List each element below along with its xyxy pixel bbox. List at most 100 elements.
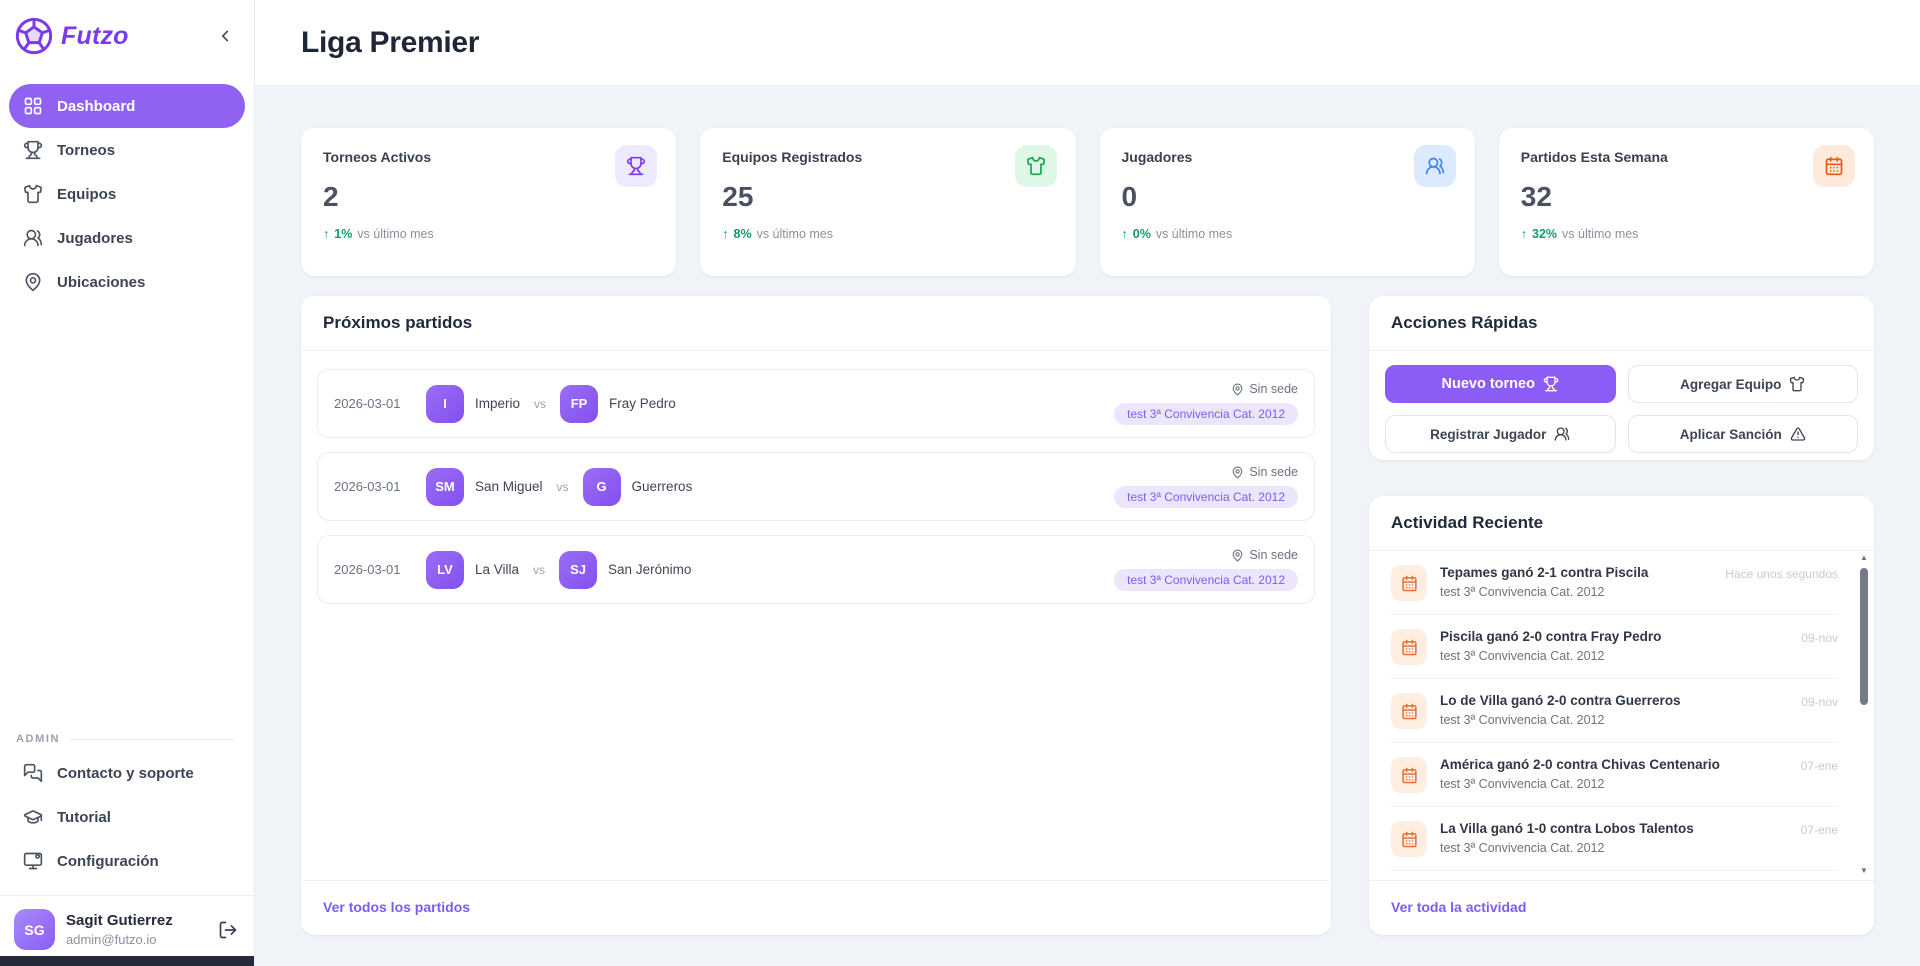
sidebar-item-ubicaciones[interactable]: Ubicaciones xyxy=(9,260,245,304)
away-team-name: San Jerónimo xyxy=(608,562,691,577)
activity-text: La Villa ganó 1-0 contra Lobos Talentos … xyxy=(1440,821,1694,855)
quick-action-button-nuevo-torneo[interactable]: Nuevo torneo xyxy=(1385,365,1616,403)
user-name: Sagit Gutierrez xyxy=(66,912,173,929)
activity-item-time: 07-ene xyxy=(1791,759,1838,773)
view-all-matches-link[interactable]: Ver todos los partidos xyxy=(323,899,470,915)
stat-value: 25 xyxy=(722,181,1053,213)
scrollbar-down-arrow-icon[interactable]: ▼ xyxy=(1860,866,1868,878)
activity-item-subtitle: test 3ª Convivencia Cat. 2012 xyxy=(1440,713,1681,727)
content: Torneos Activos 2 ↑ 1% vs último mes Equ… xyxy=(255,86,1920,966)
tournament-badge: test 3ª Convivencia Cat. 2012 xyxy=(1114,403,1298,425)
stat-change-percent: 1% xyxy=(334,227,352,241)
matches-card-header: Próximos partidos xyxy=(301,296,1331,351)
quick-actions-header: Acciones Rápidas xyxy=(1369,296,1874,351)
quick-action-label: Registrar Jugador xyxy=(1430,427,1546,442)
quick-action-button-agregar-equipo[interactable]: Agregar Equipo xyxy=(1628,365,1859,403)
quick-action-button-aplicar-sancion[interactable]: Aplicar Sanción xyxy=(1628,415,1859,453)
activity-footer: Ver toda la actividad xyxy=(1369,880,1874,935)
arrow-up-icon: ↑ xyxy=(1521,227,1527,241)
activity-item-title: Lo de Villa ganó 2-0 contra Guerreros xyxy=(1440,693,1681,708)
trophy-icon xyxy=(23,140,43,160)
sidebar-item-label: Dashboard xyxy=(57,98,135,115)
quick-action-button-registrar-jugador[interactable]: Registrar Jugador xyxy=(1385,415,1616,453)
activity-item-subtitle: test 3ª Convivencia Cat. 2012 xyxy=(1440,841,1694,855)
stat-value: 32 xyxy=(1521,181,1852,213)
activity-scrollbar[interactable]: ▲ ▼ xyxy=(1857,553,1871,878)
sidebar-item-label: Tutorial xyxy=(57,809,111,826)
sidebar-item-label: Torneos xyxy=(57,142,115,159)
arrow-up-icon: ↑ xyxy=(722,227,728,241)
vs-label: vs xyxy=(534,397,546,411)
brand-name: Futzo xyxy=(61,22,129,51)
quick-actions-body: Nuevo torneo Agregar Equipo xyxy=(1369,351,1874,469)
stat-card-jugadores: Jugadores 0 ↑ 0% vs último mes xyxy=(1100,128,1475,276)
map-pin-icon xyxy=(1231,383,1244,396)
page-header: Liga Premier xyxy=(255,0,1920,86)
match-row[interactable]: 2026-03-01 LV La Villa vs SJ San Jerónim… xyxy=(317,535,1315,604)
stat-change-percent: 8% xyxy=(734,227,752,241)
recent-activity-card: Actividad Reciente Tepames ganó 2-1 cont… xyxy=(1369,496,1874,935)
graduation-cap-icon xyxy=(23,807,43,827)
quick-action-label: Nuevo torneo xyxy=(1442,376,1535,392)
stat-value: 0 xyxy=(1122,181,1453,213)
view-all-activity-link[interactable]: Ver toda la actividad xyxy=(1391,899,1526,915)
sidebar-item-equipos[interactable]: Equipos xyxy=(9,172,245,216)
home-team-name: San Miguel xyxy=(475,479,543,494)
stat-change-percent: 32% xyxy=(1532,227,1557,241)
matches-card-title: Próximos partidos xyxy=(323,313,472,332)
stat-value: 2 xyxy=(323,181,654,213)
vs-label: vs xyxy=(533,563,545,577)
users-icon xyxy=(1554,426,1570,442)
logout-icon[interactable] xyxy=(218,920,238,940)
activity-item: Piscila ganó 2-0 contra Fray Pedro test … xyxy=(1391,615,1838,679)
stat-change-percent: 0% xyxy=(1133,227,1151,241)
scrollbar-thumb[interactable] xyxy=(1860,568,1868,705)
activity-header: Actividad Reciente xyxy=(1369,496,1874,551)
sidebar-item-torneos[interactable]: Torneos xyxy=(9,128,245,172)
stat-change: ↑ 32% vs último mes xyxy=(1521,227,1852,241)
match-row[interactable]: 2026-03-01 I Imperio vs FP Fray Pedro Si… xyxy=(317,369,1315,438)
match-row[interactable]: 2026-03-01 SM San Miguel vs G Guerreros … xyxy=(317,452,1315,521)
activity-scroll-area: Tepames ganó 2-1 contra Piscila test 3ª … xyxy=(1369,551,1874,880)
calendar-icon xyxy=(1391,629,1427,665)
sidebar-nav: Dashboard Torneos Equipos Jugadores xyxy=(0,84,254,304)
sidebar-item-label: Contacto y soporte xyxy=(57,765,194,782)
dashboard-icon xyxy=(23,96,43,116)
match-meta: Sin sede test 3ª Convivencia Cat. 2012 xyxy=(1114,548,1298,591)
activity-list: Tepames ganó 2-1 contra Piscila test 3ª … xyxy=(1391,551,1852,871)
away-team-avatar: FP xyxy=(560,385,598,423)
calendar-icon xyxy=(1391,821,1427,857)
activity-item-time: 09-nov xyxy=(1791,631,1838,645)
venue-label: Sin sede xyxy=(1249,548,1298,562)
quick-actions-card: Acciones Rápidas Nuevo torneo Agregar xyxy=(1369,296,1874,460)
quick-actions-title: Acciones Rápidas xyxy=(1391,313,1537,332)
arrow-up-icon: ↑ xyxy=(1122,227,1128,241)
sidebar-item-configuracion[interactable]: Configuración xyxy=(9,839,245,883)
quick-action-label: Aplicar Sanción xyxy=(1680,427,1782,442)
sidebar-item-jugadores[interactable]: Jugadores xyxy=(9,216,245,260)
calendar-icon xyxy=(1391,757,1427,793)
sidebar-item-label: Configuración xyxy=(57,853,159,870)
venue-label: Sin sede xyxy=(1249,465,1298,479)
stat-label: Jugadores xyxy=(1122,149,1453,165)
admin-section: ADMIN Contacto y soporte Tutorial Config… xyxy=(0,733,254,883)
activity-item-subtitle: test 3ª Convivencia Cat. 2012 xyxy=(1440,777,1720,791)
sidebar-item-dashboard[interactable]: Dashboard xyxy=(9,84,245,128)
shirt-icon xyxy=(1789,376,1805,392)
activity-item: América ganó 2-0 contra Chivas Centenari… xyxy=(1391,743,1838,807)
stat-change: ↑ 8% vs último mes xyxy=(722,227,1053,241)
upcoming-matches-card: Próximos partidos 2026-03-01 I Imperio v… xyxy=(301,296,1331,935)
activity-item-subtitle: test 3ª Convivencia Cat. 2012 xyxy=(1440,585,1648,599)
matches-list: 2026-03-01 I Imperio vs FP Fray Pedro Si… xyxy=(301,351,1331,880)
admin-section-header: ADMIN xyxy=(0,733,254,751)
user-email: admin@futzo.io xyxy=(66,932,173,947)
activity-item: Tepames ganó 2-1 contra Piscila test 3ª … xyxy=(1391,551,1838,615)
sidebar-item-contacto-y-soporte[interactable]: Contacto y soporte xyxy=(9,751,245,795)
scrollbar-up-arrow-icon[interactable]: ▲ xyxy=(1860,553,1868,565)
sidebar-collapse-button[interactable] xyxy=(216,27,234,45)
sidebar-item-tutorial[interactable]: Tutorial xyxy=(9,795,245,839)
right-column: Acciones Rápidas Nuevo torneo Agregar xyxy=(1369,296,1874,935)
tournament-badge: test 3ª Convivencia Cat. 2012 xyxy=(1114,569,1298,591)
trophy-icon xyxy=(615,145,657,187)
calendar-icon xyxy=(1391,565,1427,601)
